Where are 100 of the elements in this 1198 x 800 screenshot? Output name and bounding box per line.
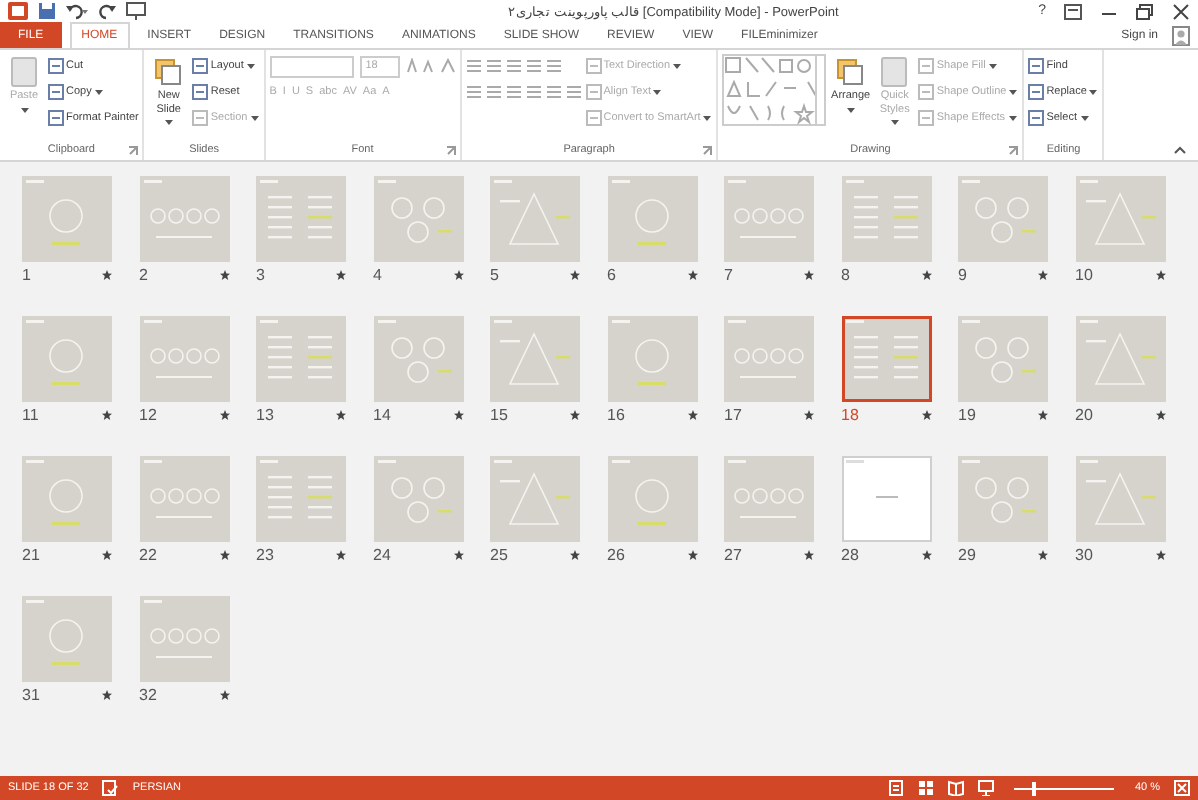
slide-thumbnail[interactable] [607,316,697,402]
reading-view-icon[interactable] [948,780,965,796]
slide-thumbnail[interactable] [490,316,580,402]
slide-thumbnail[interactable] [490,456,580,542]
slide-show-icon[interactable] [978,780,995,796]
slide-thumbnail[interactable] [256,316,346,402]
slide-thumbnail[interactable] [373,316,463,402]
document-icon [152,56,185,88]
slide-number: 25 [490,546,508,564]
slide-thumbnail[interactable] [958,316,1048,402]
slide-thumbnail[interactable] [22,456,112,542]
slide-number: 30 [1075,546,1093,564]
document-icon [834,56,867,88]
slide-number: 20 [1075,406,1093,424]
slide-thumbnail[interactable] [139,596,229,682]
caret-icon [93,88,104,96]
document-icon [8,56,40,88]
slide-thumbnail[interactable] [490,176,580,262]
slide-thumbnail[interactable] [139,316,229,402]
dialog-launcher-icon[interactable] [702,146,713,156]
slide-thumbnail[interactable] [373,176,463,262]
ribbon-display-icon[interactable] [1064,3,1082,19]
slide-thumbnail[interactable] [256,456,346,542]
dialog-launcher-icon[interactable] [128,146,139,156]
command-icon [585,84,602,100]
slide-number: 26 [607,546,625,564]
slide-thumbnail[interactable] [22,176,112,262]
slide-number: 27 [724,546,742,564]
caret-icon [1008,88,1019,96]
dialog-launcher-icon[interactable] [1008,146,1019,156]
save-icon[interactable] [38,2,56,20]
caret-icon [245,62,256,70]
slide-thumbnail[interactable] [1075,316,1165,402]
slide-thumbnail[interactable] [607,456,697,542]
slide-thumbnail[interactable] [139,456,229,542]
slide-thumbnail[interactable] [256,176,346,262]
caret-icon [1007,114,1017,122]
command-icon [1028,58,1045,74]
command-icon [585,110,602,126]
slide-number: 3 [256,266,265,284]
undo-icon[interactable] [66,2,88,20]
slide-number: 13 [256,406,274,424]
slide-number: 14 [373,406,391,424]
caret-icon [163,118,174,126]
document-icon [878,56,911,88]
notes-icon[interactable] [888,780,905,796]
slide-thumbnail[interactable] [724,456,814,542]
slide-thumbnail[interactable] [22,316,112,402]
slide-thumbnail[interactable] [724,316,814,402]
slide-thumbnail[interactable] [841,176,931,262]
slide-number: 7 [724,266,733,284]
slide-thumbnail[interactable] [958,456,1048,542]
caret-icon [702,114,713,122]
caret-icon [19,105,29,113]
command-icon [1028,84,1045,100]
slide-number: 6 [607,266,616,284]
slide-thumbnail[interactable] [724,176,814,262]
command-icon [585,58,602,74]
maximize-icon[interactable] [1136,3,1154,19]
normal-view-icon[interactable] [918,780,935,796]
command-icon [918,84,935,100]
slide-number: 2 [139,266,148,284]
slide-number: 29 [958,546,976,564]
caret-icon [987,62,998,70]
caret-icon [672,62,683,70]
slide-thumbnail[interactable] [373,456,463,542]
slide-thumbnail[interactable] [1075,176,1165,262]
grow-font-icon[interactable] [405,58,434,74]
spelling-icon[interactable] [102,780,119,796]
slide-number: 11 [22,406,39,424]
slide-number: 9 [958,266,967,284]
slide-number: 23 [256,546,274,564]
dialog-launcher-icon[interactable] [445,146,456,156]
redo-icon[interactable] [98,2,116,20]
presentation-icon[interactable] [126,2,146,20]
slide-thumbnail[interactable] [958,176,1048,262]
font-name-field[interactable] [269,55,354,77]
slide-number: 22 [139,546,157,564]
collapse-ribbon-icon[interactable] [1174,146,1186,154]
command-icon [918,110,935,126]
command-icon [1028,110,1045,126]
slide-thumbnail[interactable] [841,316,931,402]
app-icon[interactable] [8,2,28,20]
slide-number: 31 [22,686,40,704]
caret-icon [1079,114,1089,122]
slide-thumbnail[interactable] [22,596,112,682]
slide-number: 21 [22,546,40,564]
slide-thumbnail[interactable] [139,176,229,262]
slide-number: 1 [22,266,31,284]
slide-thumbnail[interactable] [607,176,697,262]
command-icon [192,58,209,74]
close-icon[interactable] [1172,3,1190,19]
slide-thumbnail[interactable] [1075,456,1165,542]
slide-number: 12 [139,406,157,424]
fit-to-window-icon[interactable] [1174,780,1190,796]
slide-number: 17 [724,406,742,424]
command-icon [48,84,64,100]
slide-number: 5 [490,266,499,284]
command-icon [192,110,209,126]
clear-format-icon[interactable] [439,58,456,74]
